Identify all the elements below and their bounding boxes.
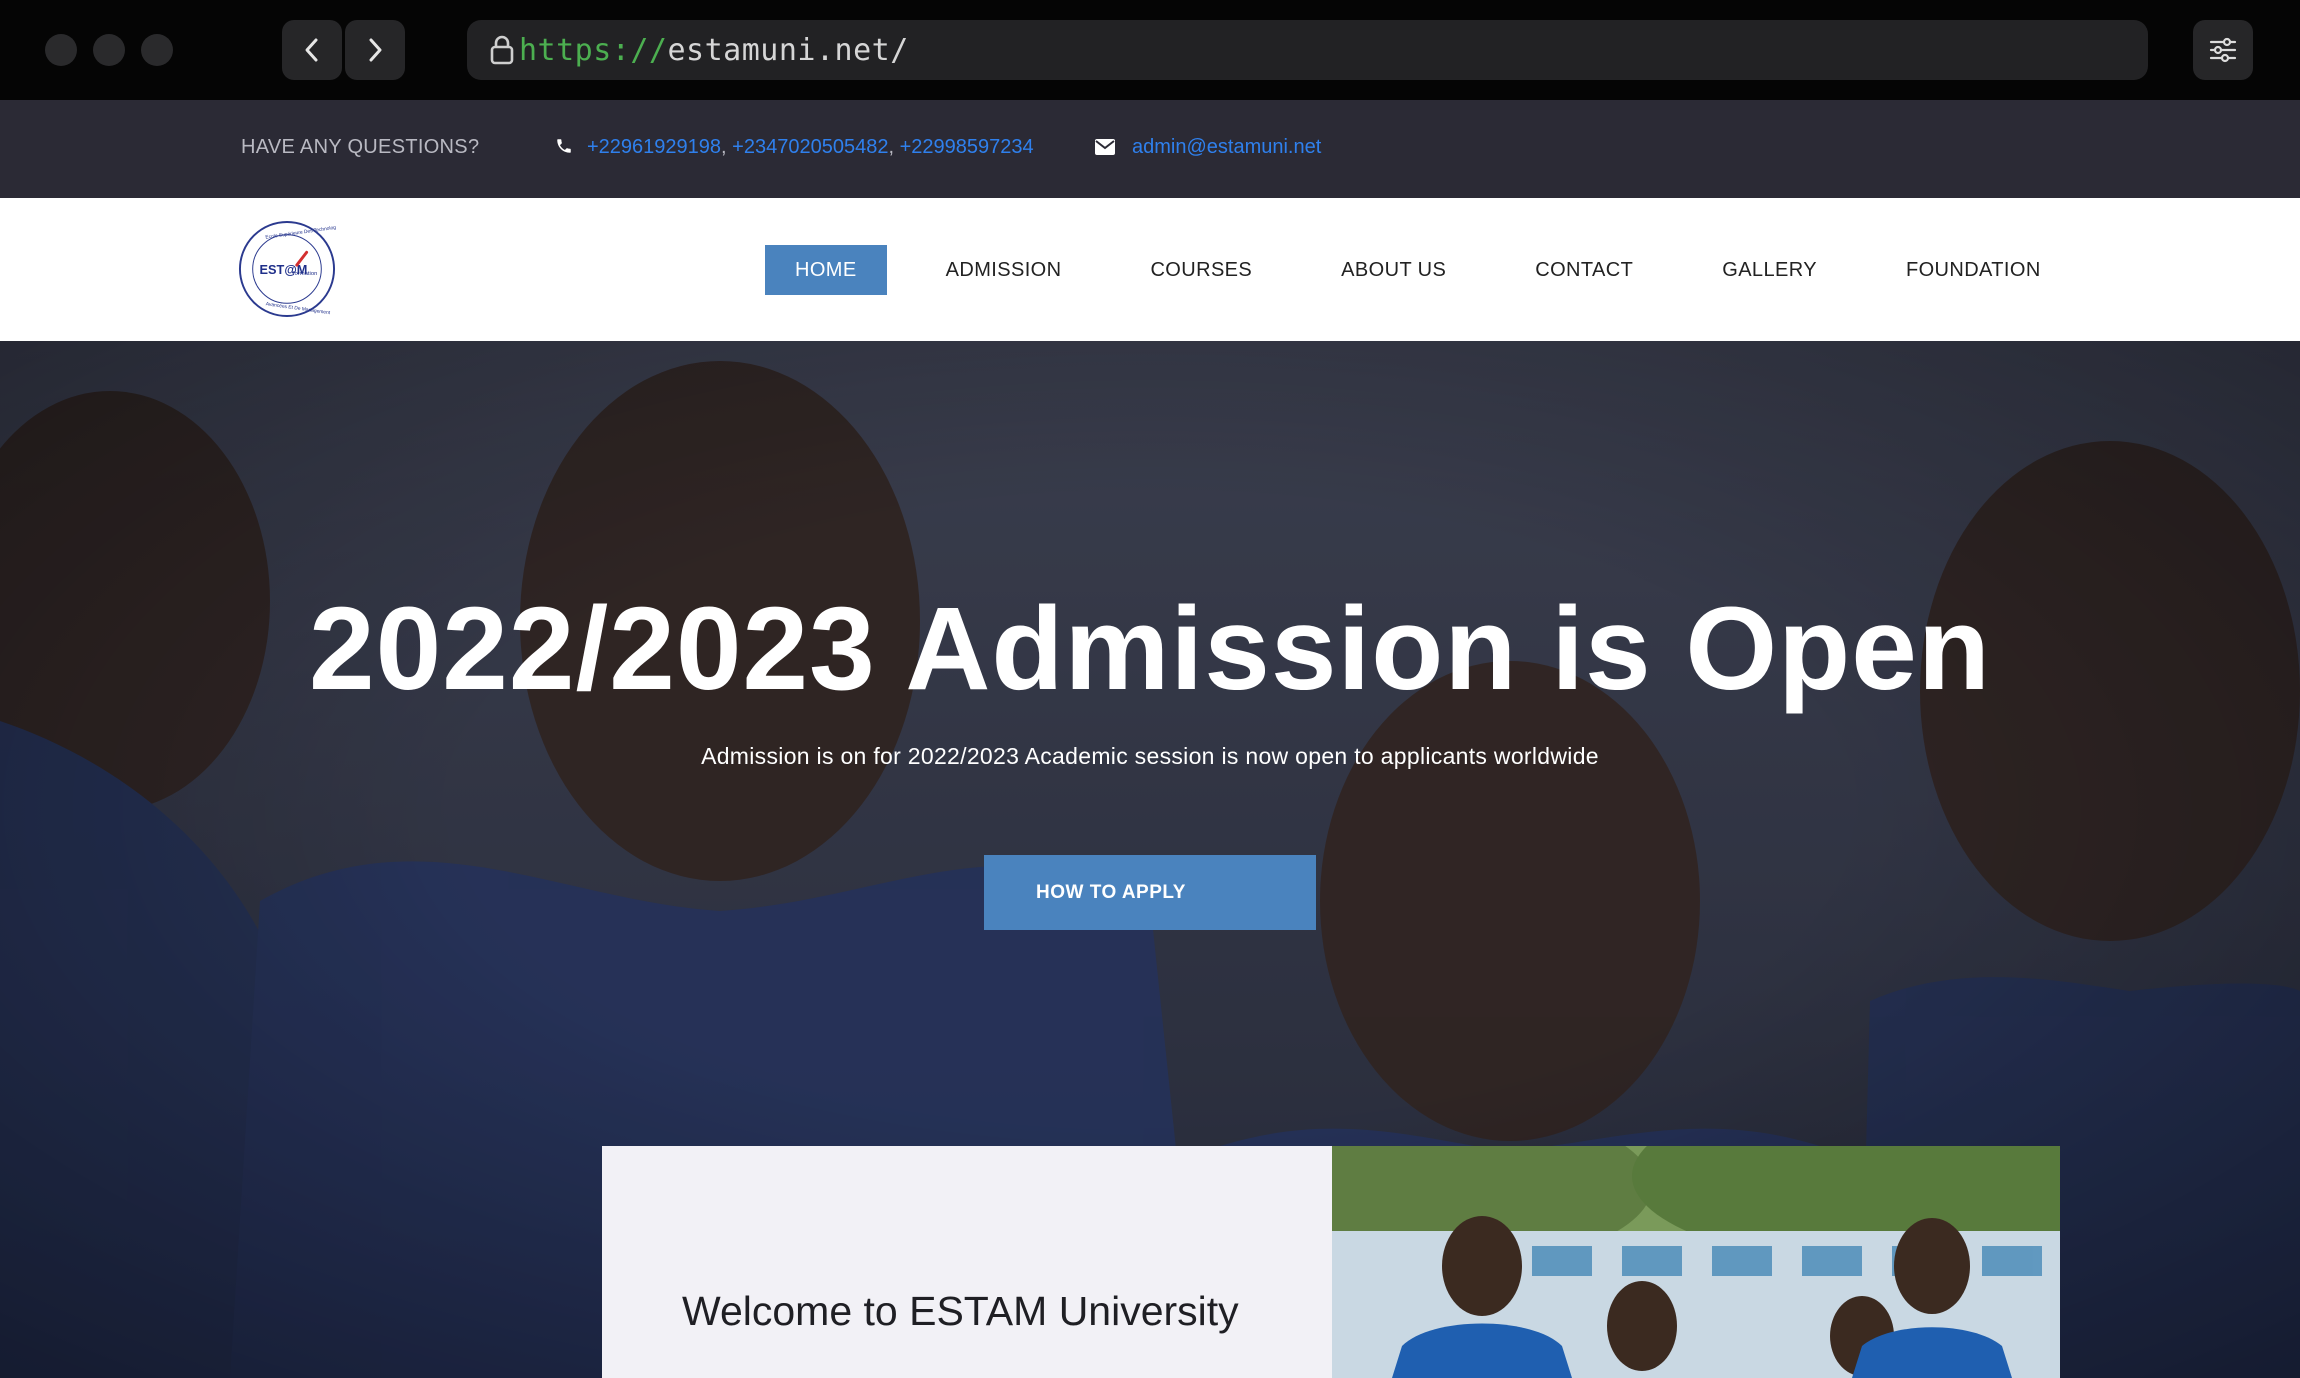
phone-icon: [557, 139, 571, 153]
url-host: estamuni.net/: [667, 33, 909, 68]
sliders-icon: [2209, 37, 2237, 63]
nav-gallery[interactable]: GALLERY: [1692, 245, 1847, 295]
logo-sub: formation: [293, 271, 318, 277]
window-minimize-button[interactable]: [93, 34, 125, 66]
settings-button[interactable]: [2193, 20, 2253, 80]
phone-link-3[interactable]: +22998597234: [900, 136, 1034, 158]
main-navbar: EST@M formation Ecole Supérieure Des Tec…: [0, 198, 2300, 341]
students-photo: [1332, 1146, 2060, 1378]
nav-courses[interactable]: COURSES: [1120, 245, 1282, 295]
main-menu: HOME ADMISSION COURSES ABOUT US CONTACT …: [765, 245, 2071, 295]
contact-info-bar: HAVE ANY QUESTIONS? +22961929198, +23470…: [0, 100, 2300, 198]
welcome-photo: [1332, 1146, 2060, 1378]
questions-label: HAVE ANY QUESTIONS?: [241, 136, 480, 158]
url-text: https://estamuni.net/: [519, 33, 909, 68]
hero-title: 2022/2023 Admission is Open: [309, 583, 1991, 715]
phone-link-2[interactable]: +2347020505482: [732, 136, 888, 158]
address-bar[interactable]: https://estamuni.net/: [467, 20, 2148, 80]
envelope-icon: [1095, 139, 1115, 155]
hero-subtitle: Admission is on for 2022/2023 Academic s…: [701, 743, 1599, 769]
nav-admission[interactable]: ADMISSION: [916, 245, 1092, 295]
email-link[interactable]: admin@estamuni.net: [1132, 136, 1321, 159]
window-close-button[interactable]: [45, 34, 77, 66]
window-maximize-button[interactable]: [141, 34, 173, 66]
nav-contact[interactable]: CONTACT: [1505, 245, 1663, 295]
welcome-card: Welcome to ESTAM University: [602, 1146, 1332, 1378]
url-scheme: https://: [519, 33, 668, 68]
back-button[interactable]: [282, 20, 342, 80]
phone-link-1[interactable]: +22961929198: [587, 136, 721, 158]
nav-foundation[interactable]: FOUNDATION: [1876, 245, 2071, 295]
estam-logo[interactable]: EST@M formation Ecole Supérieure Des Tec…: [238, 220, 336, 318]
forward-button[interactable]: [345, 20, 405, 80]
phone-numbers: +22961929198, +2347020505482, +229985972…: [587, 136, 1034, 159]
phone-separator: ,: [888, 136, 900, 158]
nav-about-us[interactable]: ABOUT US: [1311, 245, 1476, 295]
phone-separator: ,: [721, 136, 733, 158]
lock-icon: [490, 35, 514, 65]
nav-home[interactable]: HOME: [765, 245, 887, 295]
chevron-right-icon: [369, 38, 382, 62]
how-to-apply-button[interactable]: HOW TO APPLY: [984, 855, 1316, 930]
browser-toolbar: https://estamuni.net/: [0, 0, 2300, 100]
welcome-heading: Welcome to ESTAM University: [682, 1288, 1239, 1334]
chevron-left-icon: [305, 38, 318, 62]
